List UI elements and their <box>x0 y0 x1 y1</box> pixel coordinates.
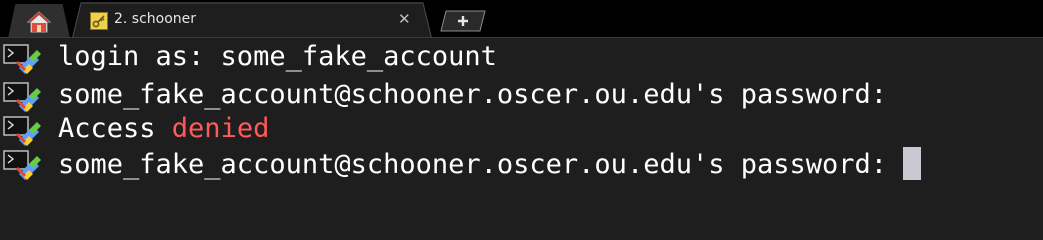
terminal-window: 2. schooner ✕ login as: some_fake_accoun… <box>0 0 1043 237</box>
home-tab[interactable] <box>8 4 70 38</box>
tab-session[interactable]: 2. schooner ✕ <box>72 2 432 38</box>
terminal-line: login as: some_fake_account <box>0 41 497 74</box>
terminal-line-text: login as: some_fake_account <box>58 41 497 72</box>
terminal-session-icon <box>3 82 41 112</box>
terminal-session-icon <box>3 150 41 180</box>
terminal-line: some_fake_account@schooner.oscer.ou.edu'… <box>0 79 887 112</box>
access-text: Access <box>58 113 172 144</box>
password-prompt: some_fake_account@schooner.oscer.ou.edu'… <box>58 149 904 180</box>
tab-bar: 2. schooner ✕ <box>0 0 1043 38</box>
terminal-line-text: Access denied <box>58 113 269 145</box>
terminal-line: some_fake_account@schooner.oscer.ou.edu'… <box>0 147 922 180</box>
terminal-session-icon <box>3 44 41 74</box>
terminal-line-text: some_fake_account@schooner.oscer.ou.edu'… <box>58 147 922 181</box>
close-tab-icon[interactable]: ✕ <box>398 10 411 28</box>
key-icon <box>90 12 108 30</box>
new-tab-button[interactable] <box>440 10 486 32</box>
denied-text: denied <box>171 113 270 144</box>
home-icon <box>26 11 52 33</box>
terminal-line-text: some_fake_account@schooner.oscer.ou.edu'… <box>58 79 888 110</box>
terminal-output[interactable]: login as: some_fake_account some_fake_ac… <box>0 38 1043 237</box>
tab-session-title: 2. schooner <box>114 11 197 27</box>
terminal-session-icon <box>3 116 41 146</box>
text-cursor <box>903 147 922 180</box>
terminal-line: Access denied <box>0 113 269 146</box>
